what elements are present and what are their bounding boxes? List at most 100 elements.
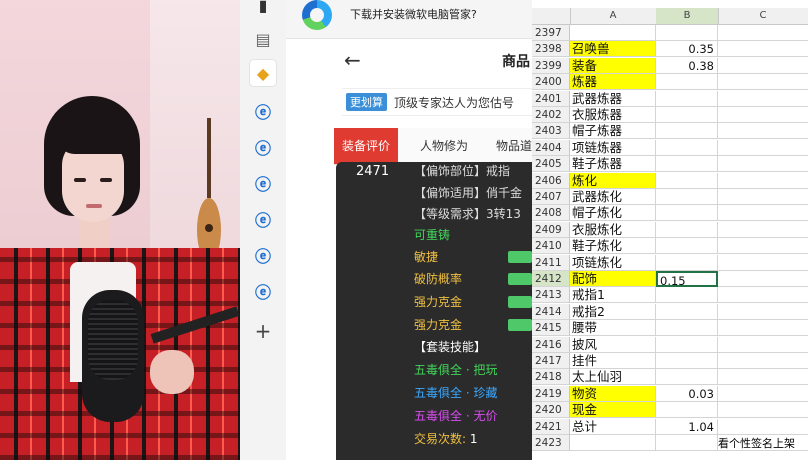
- cell-b[interactable]: [656, 402, 718, 419]
- cell-c[interactable]: [718, 255, 808, 271]
- cell-c[interactable]: [718, 173, 808, 189]
- cell-a[interactable]: 戒指1: [570, 287, 656, 304]
- cell-a[interactable]: 武器炼化: [570, 189, 656, 205]
- edge-icon[interactable]: ⓔ: [250, 278, 276, 304]
- cell-b[interactable]: 1.04: [656, 418, 718, 435]
- row-number[interactable]: 2410: [532, 238, 570, 255]
- cell-c[interactable]: [718, 91, 808, 107]
- cell-a[interactable]: 总计: [570, 418, 656, 435]
- cell-c[interactable]: [718, 353, 808, 369]
- row-number[interactable]: 2418: [532, 369, 570, 386]
- cell-a[interactable]: 衣服炼器: [570, 107, 656, 123]
- edge-icon[interactable]: ⓔ: [250, 98, 276, 124]
- cell-b[interactable]: [656, 353, 718, 369]
- cell-b[interactable]: [656, 139, 718, 156]
- cell-a[interactable]: 物资: [570, 385, 656, 402]
- cell-c[interactable]: [718, 123, 808, 140]
- cell-a[interactable]: 挂件: [570, 353, 656, 369]
- row-number[interactable]: 2398: [532, 41, 570, 58]
- cell-a[interactable]: 戒指2: [570, 303, 656, 320]
- cell-a[interactable]: 衣服炼化: [570, 221, 656, 238]
- cell-c[interactable]: 看个性签名上架: [718, 435, 808, 451]
- row-number[interactable]: 2411: [532, 254, 570, 271]
- cell-a[interactable]: 配饰: [570, 271, 656, 287]
- edge-icon[interactable]: ⓔ: [250, 206, 276, 232]
- cell-c[interactable]: [718, 74, 808, 91]
- cell-c[interactable]: [718, 337, 808, 353]
- app-icon-selected[interactable]: ◆: [250, 60, 276, 86]
- cell-a[interactable]: 帽子炼器: [570, 123, 656, 140]
- cell-c[interactable]: [718, 222, 808, 238]
- cell-a[interactable]: [570, 435, 656, 451]
- cell-a[interactable]: 鞋子炼化: [570, 238, 656, 255]
- cell-c[interactable]: [718, 238, 808, 255]
- cell-b[interactable]: [656, 123, 718, 140]
- row-number[interactable]: 2420: [532, 402, 570, 419]
- row-number[interactable]: 2400: [532, 74, 570, 91]
- cell-c[interactable]: [718, 304, 808, 320]
- tab-character-cultivation[interactable]: 人物修为: [420, 128, 468, 164]
- cell-c[interactable]: [718, 140, 808, 156]
- row-number[interactable]: 2408: [532, 205, 570, 222]
- row-number[interactable]: 2414: [532, 303, 570, 320]
- cell-b[interactable]: 0.35: [656, 41, 718, 58]
- cell-b[interactable]: [656, 435, 718, 451]
- row-number[interactable]: 2412: [532, 271, 570, 287]
- cell-a[interactable]: [570, 25, 656, 41]
- row-number[interactable]: 2409: [532, 221, 570, 238]
- cell-c[interactable]: [718, 41, 808, 58]
- cell-a[interactable]: 帽子炼化: [570, 205, 656, 222]
- row-number[interactable]: 2415: [532, 320, 570, 337]
- cell-c[interactable]: [718, 58, 808, 74]
- notification-bar[interactable]: 下载并安装微软电脑管家?: [286, 0, 532, 39]
- cell-b[interactable]: [656, 156, 718, 173]
- row-number[interactable]: 2407: [532, 189, 570, 205]
- cell-b[interactable]: [656, 25, 718, 41]
- cell-b[interactable]: 0.38: [656, 57, 718, 74]
- cell-c[interactable]: [718, 402, 808, 419]
- row-number[interactable]: 2403: [532, 123, 570, 140]
- cell-a[interactable]: 武器炼器: [570, 90, 656, 107]
- cell-b[interactable]: [656, 336, 718, 353]
- cell-a[interactable]: 炼器: [570, 74, 656, 91]
- cell-b[interactable]: [656, 221, 718, 238]
- row-number[interactable]: 2406: [532, 172, 570, 189]
- cell-c[interactable]: [718, 25, 808, 41]
- cell-b[interactable]: [656, 287, 718, 304]
- row-number[interactable]: 2419: [532, 385, 570, 402]
- add-icon[interactable]: +: [250, 318, 276, 344]
- tab-items[interactable]: 物品道: [496, 128, 532, 164]
- cell-c[interactable]: [718, 419, 808, 435]
- cell-c[interactable]: [718, 205, 808, 222]
- cell-c[interactable]: [718, 107, 808, 123]
- cell-b[interactable]: [656, 369, 718, 386]
- cell-c[interactable]: [718, 271, 808, 287]
- row-number[interactable]: 2404: [532, 139, 570, 156]
- cell-a[interactable]: 项链炼化: [570, 254, 656, 271]
- select-all-corner[interactable]: [532, 8, 571, 24]
- row-number[interactable]: 2423: [532, 435, 570, 451]
- cell-a[interactable]: 炼化: [570, 172, 656, 189]
- row-number[interactable]: 2417: [532, 353, 570, 369]
- cell-b[interactable]: [656, 303, 718, 320]
- row-number[interactable]: 2401: [532, 90, 570, 107]
- cell-c[interactable]: [718, 386, 808, 402]
- cell-a[interactable]: 项链炼器: [570, 139, 656, 156]
- cell-b[interactable]: [656, 90, 718, 107]
- promo-banner[interactable]: 更划算 顶级专家达人为您估号: [342, 88, 532, 116]
- row-number[interactable]: 2397: [532, 25, 570, 41]
- cell-b[interactable]: [656, 254, 718, 271]
- row-number[interactable]: 2413: [532, 287, 570, 304]
- cell-a[interactable]: 鞋子炼器: [570, 156, 656, 173]
- row-number[interactable]: 2416: [532, 336, 570, 353]
- cell-c[interactable]: [718, 189, 808, 205]
- column-header[interactable]: B: [656, 8, 719, 24]
- cell-a[interactable]: 装备: [570, 57, 656, 74]
- cell-b[interactable]: [656, 172, 718, 189]
- column-header[interactable]: A: [570, 8, 657, 24]
- back-arrow-icon[interactable]: ←: [344, 48, 361, 72]
- cell-c[interactable]: [718, 369, 808, 386]
- cell-c[interactable]: [718, 156, 808, 173]
- cell-b[interactable]: [656, 189, 718, 205]
- cell-a[interactable]: 现金: [570, 402, 656, 419]
